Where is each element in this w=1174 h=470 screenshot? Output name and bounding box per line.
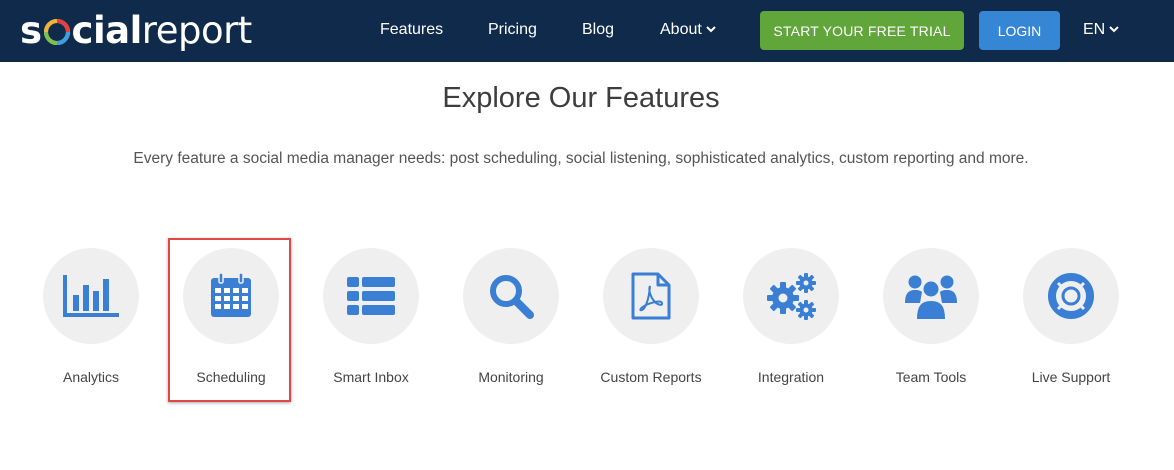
- chevron-down-icon: [1109, 26, 1119, 33]
- bar-chart-icon: [63, 275, 119, 317]
- page-title: Explore Our Features: [442, 82, 720, 114]
- calendar-icon: [211, 273, 251, 317]
- users-icon: [905, 275, 957, 319]
- feature-icon-circle: [323, 248, 419, 344]
- nav-blog[interactable]: Blog: [582, 21, 614, 39]
- feature-label: Monitoring: [478, 369, 544, 385]
- feature-icon-circle: [463, 248, 559, 344]
- nav-about[interactable]: About: [660, 21, 716, 39]
- top-nav-bar: s cial report Features Pricing Blog Abou…: [0, 0, 1174, 62]
- life-ring-icon: [1048, 273, 1094, 319]
- feature-analytics[interactable]: Analytics: [21, 248, 161, 398]
- logo-text-report: report: [141, 8, 253, 52]
- feature-icon-circle: [183, 248, 279, 344]
- feature-integration[interactable]: Integration: [721, 248, 861, 398]
- feature-smart-inbox[interactable]: Smart Inbox: [301, 248, 441, 398]
- language-label: EN: [1083, 21, 1106, 38]
- logo-text-s: s: [20, 8, 42, 52]
- socialreport-logo[interactable]: s cial report: [20, 8, 253, 52]
- feature-monitoring[interactable]: Monitoring: [441, 248, 581, 398]
- chevron-down-icon: [706, 26, 716, 33]
- feature-custom-reports[interactable]: Custom Reports: [581, 248, 721, 398]
- feature-label: Team Tools: [895, 369, 967, 385]
- feature-label: Custom Reports: [600, 369, 702, 385]
- logo-o-icon: [43, 19, 70, 45]
- feature-label: Integration: [757, 369, 825, 385]
- start-free-trial-button[interactable]: START YOUR FREE TRIAL: [760, 11, 964, 50]
- search-icon: [490, 275, 534, 319]
- logo-text-cial: cial: [71, 8, 143, 52]
- feature-live-support[interactable]: Live Support: [1001, 248, 1141, 398]
- language-selector[interactable]: EN: [1083, 21, 1119, 39]
- nav-features[interactable]: Features: [380, 21, 443, 39]
- nav-about-label: About: [660, 21, 702, 38]
- feature-icon-circle: [883, 248, 979, 344]
- feature-label: Scheduling: [196, 369, 266, 385]
- page-subtitle: Every feature a social media manager nee…: [133, 150, 1029, 167]
- list-icon: [347, 277, 395, 315]
- feature-icon-circle: [1023, 248, 1119, 344]
- feature-icon-circle: [43, 248, 139, 344]
- feature-label: Analytics: [62, 369, 120, 385]
- feature-icon-circle: [743, 248, 839, 344]
- feature-scheduling[interactable]: Scheduling: [161, 248, 301, 398]
- gears-icon: [767, 273, 816, 320]
- nav-pricing[interactable]: Pricing: [488, 21, 537, 39]
- pdf-file-icon: [631, 272, 671, 320]
- login-button[interactable]: LOGIN: [979, 11, 1060, 50]
- feature-label: Smart Inbox: [333, 369, 409, 385]
- feature-label: Live Support: [1031, 369, 1111, 385]
- feature-icon-circle: [603, 248, 699, 344]
- feature-team-tools[interactable]: Team Tools: [861, 248, 1001, 398]
